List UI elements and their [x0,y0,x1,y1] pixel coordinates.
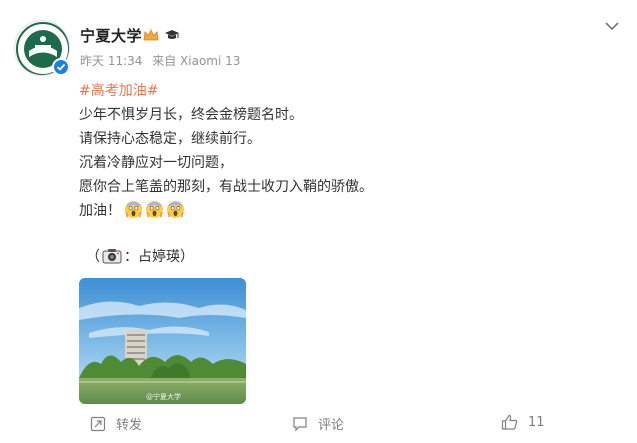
post-time[interactable]: 昨天 11:34 [80,54,142,68]
comment-button[interactable]: 评论 [292,414,344,433]
emoji-group [124,200,185,219]
repost-button[interactable]: 转发 [90,414,142,433]
post-meta: 昨天 11:34 来自 Xiaomi 13 [80,52,246,69]
post-line: 沉着冷静应对一切问题， [79,155,233,171]
camera-icon [102,249,122,264]
action-bar: 转发 评论 11 [0,414,637,436]
face-screaming-icon [145,200,164,219]
post-line: 请保持心态稳定，继续前行。 [79,131,261,147]
photo-credit: （ ：占婷瑛） [86,246,194,266]
graduation-cap-icon[interactable] [164,27,180,43]
post-source: 来自 Xiaomi 13 [152,54,241,68]
like-button[interactable]: 11 [501,414,545,430]
like-count: 11 [528,414,545,430]
face-screaming-icon [166,200,185,219]
cheer-text: 加油！ [79,203,121,219]
credit-author: ：占婷瑛） [124,249,194,265]
photo-watermark: @宁夏大学 [146,393,181,401]
topic-link[interactable]: #高考加油# [79,80,158,100]
author-name[interactable]: 宁夏大学 [80,25,142,46]
crown-badge-icon[interactable] [142,27,160,43]
thumbs-up-icon [501,414,518,430]
post-line: 少年不惧岁月长，终会金榜题名时。 [79,107,303,123]
post-line: 愿你合上笔盖的那刻，有战士收刀入鞘的骄傲。 [79,179,373,195]
post-photo[interactable] [79,278,246,404]
face-screaming-icon [124,200,143,219]
comment-label: 评论 [318,418,345,433]
repost-label: 转发 [116,418,143,433]
credit-open: （ [86,249,100,265]
verified-icon [52,58,70,76]
chevron-down-icon[interactable] [603,18,621,32]
comment-icon [293,416,307,431]
repost-icon [90,416,106,431]
